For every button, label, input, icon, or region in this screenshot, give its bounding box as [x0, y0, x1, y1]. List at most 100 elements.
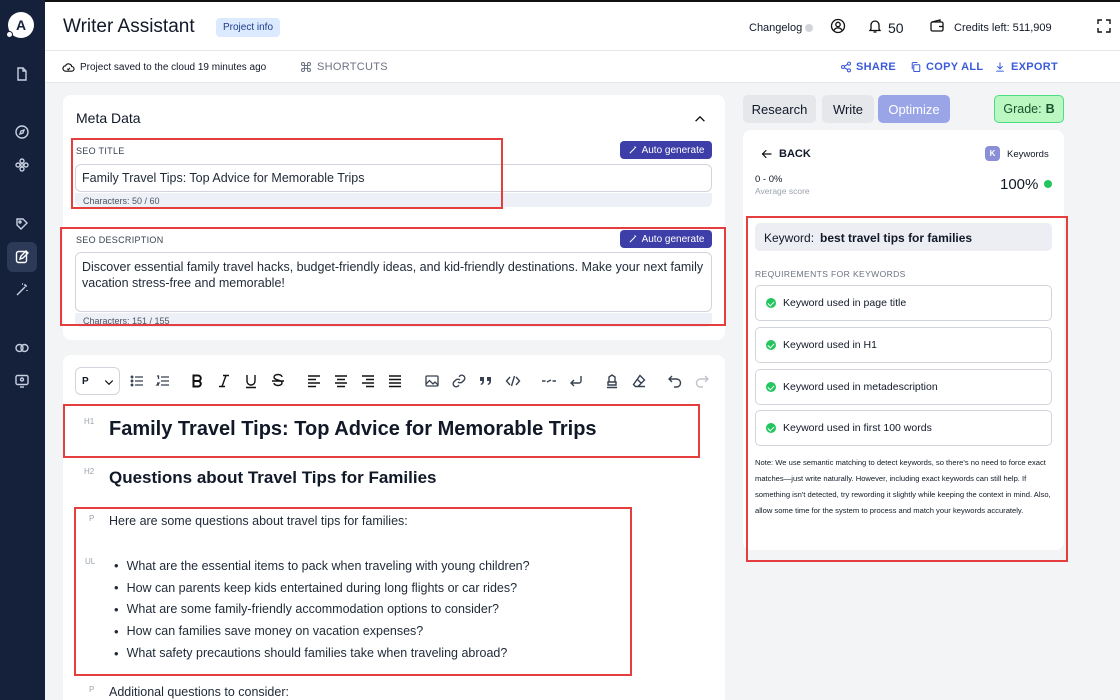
export-button[interactable]: EXPORT [1011, 61, 1058, 73]
changelog-status-dot [805, 24, 813, 32]
project-info-button[interactable]: Project info [216, 18, 281, 37]
share-button[interactable]: SHARE [856, 61, 896, 73]
seo-title-auto-generate-button[interactable]: Auto generate [620, 141, 712, 159]
arrow-left-icon [761, 149, 772, 159]
image-icon[interactable] [424, 373, 440, 389]
requirement-item: Keyword used in H1 [755, 327, 1052, 363]
requirement-item: Keyword used in metadescription [755, 369, 1052, 405]
underline-icon[interactable] [243, 373, 259, 389]
status-bar: Project saved to the cloud 19 minutes ag… [45, 51, 1120, 83]
keywords-label: Keywords [1007, 149, 1049, 160]
meta-data-title: Meta Data [76, 110, 141, 126]
tab-write[interactable]: Write [822, 95, 874, 123]
block-tag-h2: H2 [84, 467, 95, 476]
editor-toolbar: P [75, 367, 712, 397]
keyword-note: Note: We use semantic matching to detect… [755, 458, 1051, 515]
question-list: What are the essential items to pack whe… [109, 555, 530, 664]
undo-icon[interactable] [667, 373, 683, 389]
seo-description-input[interactable]: Discover essential family travel hacks, … [75, 252, 712, 312]
requirement-item: Keyword used in first 100 words [755, 410, 1052, 446]
link-icon[interactable] [451, 373, 467, 389]
top-header: Writer Assistant Project info Changelog … [45, 0, 1120, 51]
block-tag-p: P [89, 685, 95, 694]
score-range: 0 - 0% [755, 174, 783, 185]
italic-icon[interactable] [216, 373, 232, 389]
heading-h1[interactable]: Family Travel Tips: Top Advice for Memor… [109, 418, 597, 441]
fullscreen-icon[interactable] [1096, 18, 1112, 34]
meta-data-card: Meta Data SEO TITLE Auto generate Family… [63, 95, 725, 340]
align-right-icon[interactable] [360, 373, 376, 389]
align-left-icon[interactable] [306, 373, 322, 389]
back-button[interactable]: BACK [761, 148, 811, 160]
align-justify-icon[interactable] [387, 373, 403, 389]
magic-wand-icon[interactable] [7, 275, 37, 305]
document-icon[interactable] [7, 59, 37, 89]
command-icon [301, 62, 311, 72]
list-item[interactable]: What safety precautions should families … [109, 642, 530, 664]
list-item[interactable]: How can parents keep kids entertained du… [109, 577, 530, 599]
quote-icon[interactable] [478, 373, 494, 389]
magic-wand-icon [629, 235, 636, 243]
copy-all-button[interactable]: COPY ALL [926, 61, 983, 73]
list-item[interactable]: What are some family-friendly accommodat… [109, 599, 530, 621]
block-tag-p: P [89, 514, 95, 523]
tab-research[interactable]: Research [743, 95, 816, 123]
seo-title-char-count: Characters: 50 / 60 [75, 193, 712, 207]
list-item[interactable]: How can families save money on vacation … [109, 620, 530, 642]
redo-icon[interactable] [694, 373, 710, 389]
requirements-heading: REQUIREMENTS FOR KEYWORDS [755, 269, 906, 279]
strikethrough-icon[interactable] [270, 373, 286, 389]
grade-badge: Grade: B [994, 95, 1064, 123]
code-icon[interactable] [505, 373, 521, 389]
bold-icon[interactable] [189, 373, 205, 389]
keyword-box: Keyword: best travel tips for families [755, 223, 1052, 251]
chevron-down-icon [104, 380, 114, 386]
paragraph-intro[interactable]: Here are some questions about travel tip… [109, 514, 408, 528]
bullet-list-icon[interactable] [129, 373, 145, 389]
block-tag-ul: UL [85, 557, 96, 566]
seo-description-auto-generate-button[interactable]: Auto generate [620, 230, 712, 248]
block-tag-h1: H1 [84, 417, 95, 426]
compass-icon[interactable] [7, 117, 37, 147]
block-type-select[interactable]: P [75, 367, 120, 395]
check-circle-icon [766, 298, 776, 308]
credits-left: Credits left: 511,909 [954, 22, 1052, 34]
tag-edit-icon[interactable] [7, 209, 37, 239]
align-center-icon[interactable] [333, 373, 349, 389]
logo-dot [6, 31, 13, 38]
seo-description-label: SEO DESCRIPTION [76, 235, 164, 245]
seo-title-input[interactable]: Family Travel Tips: Top Advice for Memor… [75, 164, 712, 192]
numbered-list-icon[interactable] [155, 373, 171, 389]
download-icon [996, 62, 1004, 72]
optimize-panel: BACK K Keywords 0 - 0% Average score 100… [743, 130, 1064, 550]
link-icon[interactable] [7, 333, 37, 363]
average-score-label: Average score [755, 186, 810, 196]
eraser-icon[interactable] [631, 373, 647, 389]
monitor-icon[interactable] [7, 366, 37, 396]
score-status-dot [1044, 180, 1052, 188]
paragraph-additional[interactable]: Additional questions to consider: [109, 685, 289, 699]
seo-title-label: SEO TITLE [76, 146, 125, 156]
line-break-icon[interactable] [568, 373, 584, 389]
user-icon[interactable] [830, 18, 846, 34]
edit-icon[interactable] [7, 242, 37, 272]
cloud-icon [62, 63, 75, 72]
changelog-link[interactable]: Changelog [749, 22, 802, 34]
check-circle-icon [766, 423, 776, 433]
page-title: Writer Assistant [63, 16, 195, 37]
list-item[interactable]: What are the essential items to pack whe… [109, 555, 530, 577]
tab-optimize[interactable]: Optimize [878, 95, 950, 123]
bell-icon[interactable] [867, 18, 883, 34]
wallet-icon [930, 19, 944, 32]
copy-icon [911, 61, 921, 73]
sidebar: A [0, 0, 45, 700]
keywords-badge: K [985, 146, 1000, 161]
heading-h2[interactable]: Questions about Travel Tips for Families [109, 468, 437, 488]
chevron-up-icon[interactable] [693, 112, 707, 126]
shortcuts-button[interactable]: SHORTCUTS [317, 61, 388, 73]
seo-description-char-count: Characters: 151 / 155 [75, 313, 712, 327]
horizontal-rule-icon[interactable] [541, 373, 557, 389]
flower-icon[interactable] [7, 150, 37, 180]
share-icon [840, 61, 852, 73]
highlighter-icon[interactable] [604, 373, 620, 389]
